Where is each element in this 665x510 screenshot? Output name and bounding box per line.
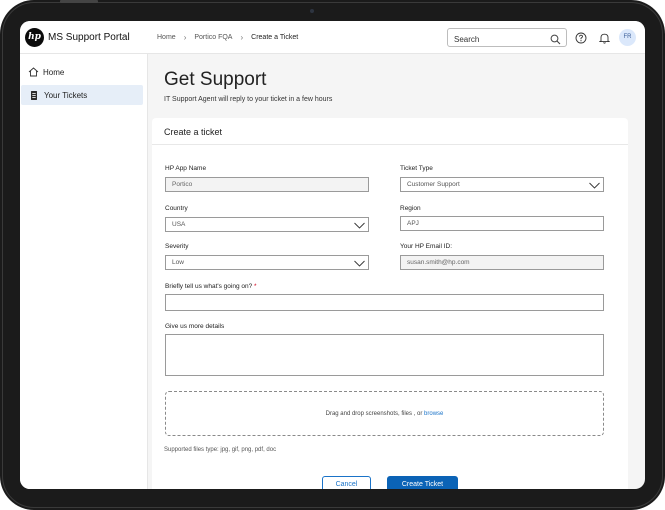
cancel-button[interactable]: Cancel (322, 476, 371, 489)
search-input[interactable] (448, 31, 543, 48)
hp-app-name-label: HP App Name (165, 165, 207, 172)
ticket-type-value: Customer Support (407, 181, 460, 188)
create-ticket-button[interactable]: Create Ticket (387, 476, 458, 489)
card-header: Create a ticket (152, 118, 628, 145)
dropzone-text: Drag and drop screenshots, files , or br… (166, 411, 603, 417)
browse-link[interactable]: browse (424, 411, 443, 417)
app-title: MS Support Portal (48, 32, 130, 43)
region-value: APJ (407, 220, 419, 227)
summary-label-text: Briefly tell us what's going on? (165, 283, 253, 290)
summary-input[interactable] (165, 294, 604, 311)
summary-label: Briefly tell us what's going on? * (165, 283, 257, 290)
search-box[interactable] (447, 28, 567, 50)
hp-app-name-value: Portico (172, 181, 193, 188)
device-button (60, 0, 98, 3)
chevron-right-icon: › (240, 33, 244, 42)
ticket-type-label: Ticket Type (400, 165, 433, 172)
required-mark: * (254, 283, 257, 290)
details-textarea[interactable] (165, 334, 604, 376)
breadcrumb-home[interactable]: Home (157, 34, 176, 41)
sidebar-item-home[interactable]: Home (20, 62, 142, 82)
breadcrumb-current: Create a Ticket (251, 34, 299, 41)
email-label: Your HP Email ID: (400, 243, 453, 250)
chevron-down-icon (589, 181, 600, 194)
sidebar-item-your-tickets[interactable]: Your Tickets (21, 85, 143, 105)
create-ticket-card: Create a ticket HP App Name Portico Tick… (152, 118, 628, 489)
tablet-frame: hp MS Support Portal Home › Portico FQA … (0, 0, 665, 510)
region-field[interactable]: APJ (400, 216, 604, 231)
breadcrumb: Home › Portico FQA › Create a Ticket (157, 33, 298, 42)
bell-icon[interactable] (598, 31, 611, 49)
country-value: USA (172, 221, 186, 228)
card-title: Create a ticket (164, 127, 223, 137)
page-subtitle: IT Support Agent will reply to your tick… (164, 96, 333, 103)
hp-logo[interactable]: hp (25, 28, 44, 47)
region-label: Region (400, 205, 421, 212)
sidebar-item-label: Your Tickets (44, 90, 88, 100)
avatar[interactable]: FR (619, 29, 636, 46)
ticket-type-select[interactable]: Customer Support (400, 177, 604, 192)
page-title: Get Support (164, 69, 267, 90)
country-select[interactable]: USA (165, 217, 369, 232)
sidebar-item-label: Home (43, 67, 65, 77)
supported-file-types: Supported files type: jpg, gif, png, pdf… (164, 447, 277, 453)
breadcrumb-portico-fqa[interactable]: Portico FQA (194, 34, 232, 41)
help-icon[interactable] (575, 31, 587, 49)
top-bar: hp MS Support Portal Home › Portico FQA … (20, 21, 645, 54)
details-label: Give us more details (165, 323, 225, 330)
screen: hp MS Support Portal Home › Portico FQA … (20, 21, 645, 489)
ticket-icon (24, 90, 44, 101)
chevron-right-icon: › (183, 33, 187, 42)
hp-app-name-field: Portico (165, 177, 369, 192)
country-label: Country (165, 205, 188, 212)
severity-select[interactable]: Low (165, 255, 369, 270)
file-dropzone[interactable]: Drag and drop screenshots, files , or br… (165, 391, 604, 436)
dropzone-instructions: Drag and drop screenshots, files , or (325, 411, 425, 417)
home-icon (23, 67, 43, 77)
search-icon[interactable] (550, 32, 561, 50)
severity-label: Severity (165, 243, 189, 250)
email-value: susan.smith@hp.com (407, 259, 470, 266)
severity-value: Low (172, 259, 184, 266)
chevron-down-icon (354, 259, 365, 272)
email-field: susan.smith@hp.com (400, 255, 604, 270)
sidebar: Home Your Tickets (20, 54, 148, 489)
camera-dot (310, 9, 314, 13)
chevron-down-icon (354, 221, 365, 234)
